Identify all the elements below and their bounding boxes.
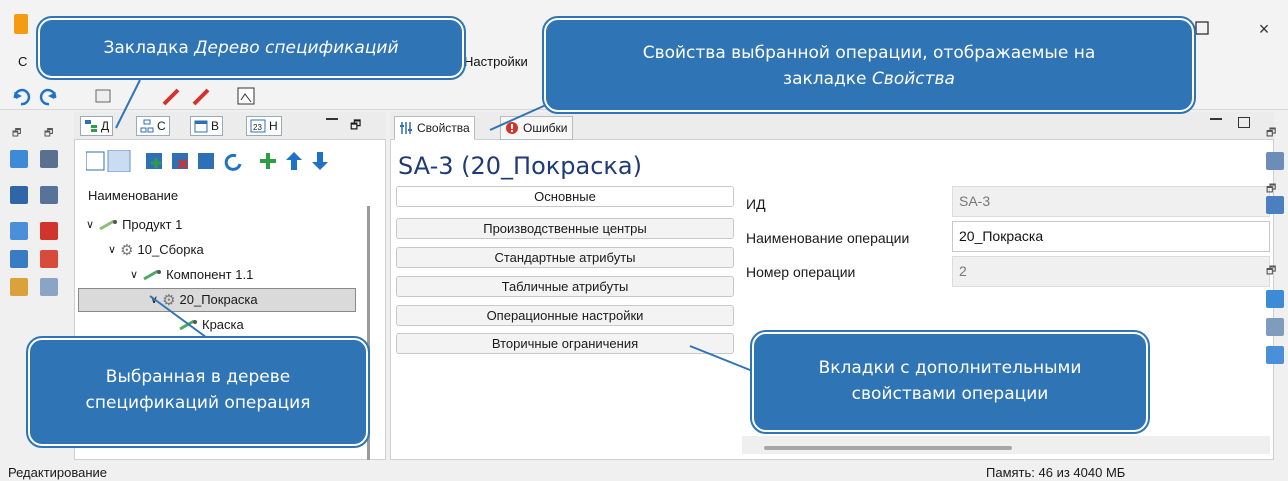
callout-properties: Свойства выбранной операции, отображаемы… [542,16,1196,114]
callout-extra-tabs: Вкладки с дополнительными свойствами опе… [750,330,1150,434]
callout-properties-line1: Свойства выбранной операции, отображаемы… [642,43,1096,63]
callout-extra-line1: Вкладки с дополнительными [818,358,1082,378]
callout-selected-operation: Выбранная в дереве спецификаций операция [26,336,370,448]
callout-extra-line2: свойствами операции [851,384,1049,404]
callout-tree-tab-text: Закладка [103,38,195,58]
callout-tree-tab: Закладка Дерево спецификаций [36,16,466,80]
callout-properties-line2: закладке [783,69,872,89]
callout-properties-italic: Свойства [871,69,955,89]
callout-tree-tab-italic: Дерево спецификаций [194,38,399,58]
callout-selected-line1: Выбранная в дереве [105,367,291,387]
callout-selected-line2: спецификаций операция [85,393,311,413]
